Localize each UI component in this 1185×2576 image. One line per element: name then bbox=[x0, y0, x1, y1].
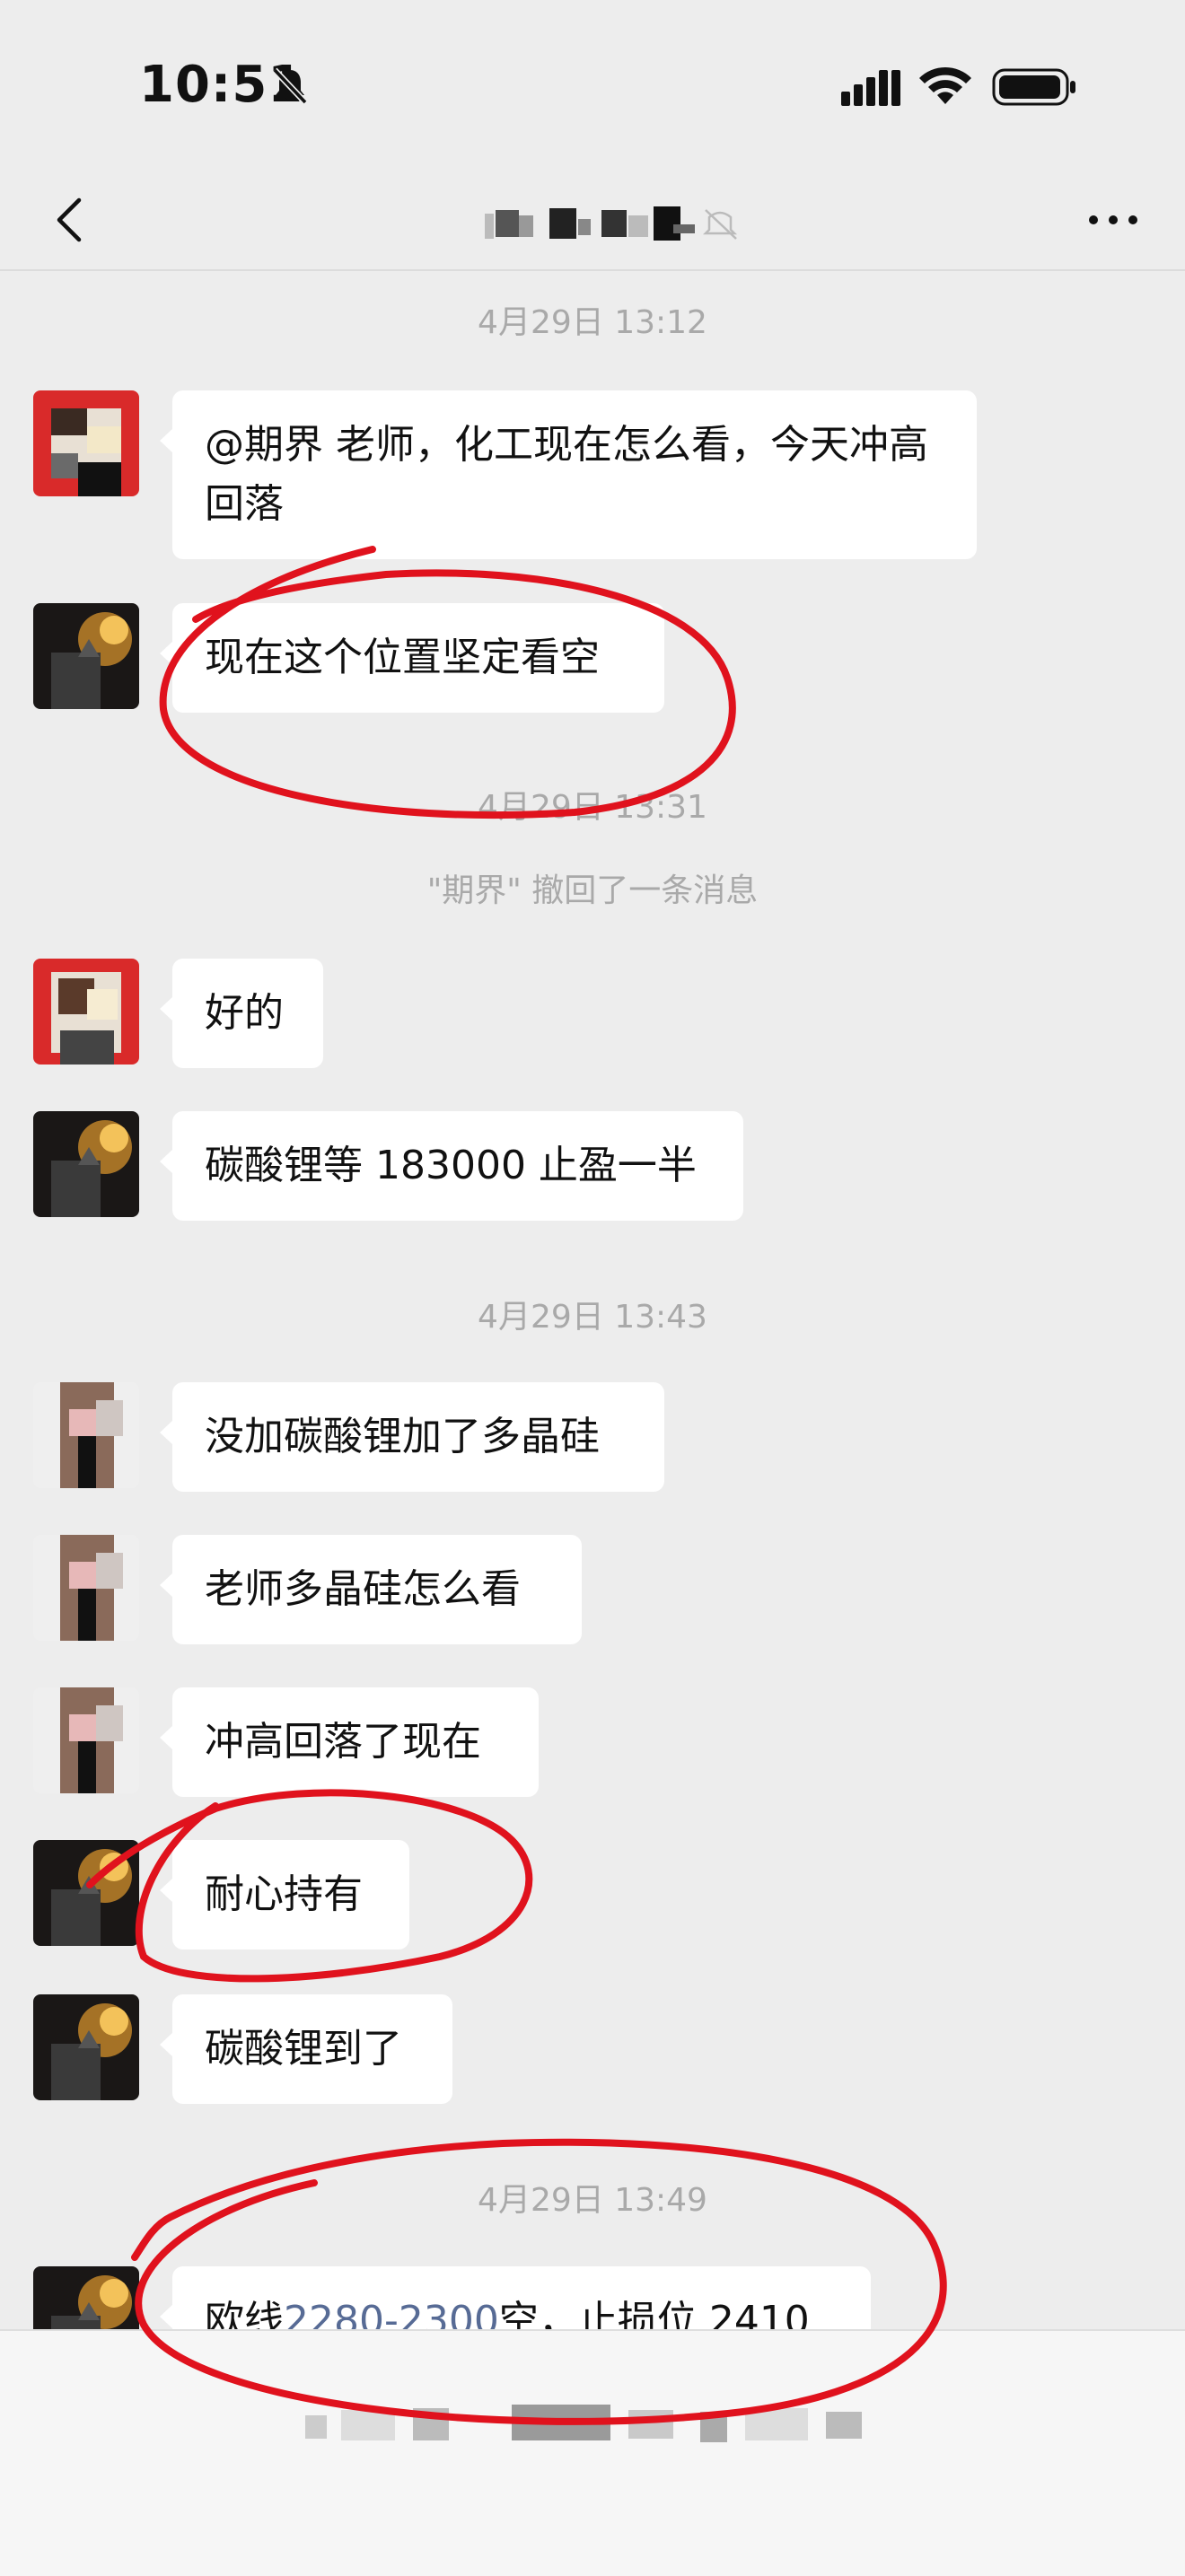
message-text: 碳酸锂到了 bbox=[205, 2026, 402, 2072]
message-bubble[interactable]: 碳酸锂等 183000 止盈一半 bbox=[160, 1111, 743, 1221]
wifi-icon bbox=[919, 66, 971, 104]
message-text: 现在这个位置坚定看空 bbox=[205, 635, 600, 680]
status-bar: 10:51 bbox=[0, 0, 1185, 171]
message-bubble[interactable]: 碳酸锂到了 bbox=[160, 1994, 452, 2104]
bell-slash-icon bbox=[272, 67, 308, 105]
battery-icon bbox=[992, 68, 1075, 106]
avatar[interactable] bbox=[33, 1687, 139, 1793]
message-text: 老师多晶硅怎么看 bbox=[205, 1566, 521, 1612]
message-bubble[interactable]: 现在这个位置坚定看空 bbox=[160, 603, 664, 713]
avatar[interactable] bbox=[33, 1111, 139, 1217]
mute-icon bbox=[702, 209, 738, 240]
message-bubble[interactable]: @期界 老师，化工现在怎么看，今天冲高回落 bbox=[160, 390, 977, 559]
message-bubble[interactable]: 冲高回落了现在 bbox=[160, 1687, 539, 1797]
input-bar[interactable] bbox=[0, 2329, 1185, 2576]
timestamp: 4月29日 13:43 bbox=[478, 1299, 707, 1336]
timestamp: 4月29日 13:49 bbox=[478, 2182, 707, 2219]
timestamp: 4月29日 13:12 bbox=[478, 304, 707, 341]
avatar[interactable] bbox=[33, 1535, 139, 1641]
avatar[interactable] bbox=[33, 1840, 139, 1946]
avatar[interactable] bbox=[33, 603, 139, 709]
message-text: 耐心持有 bbox=[205, 1871, 363, 1917]
message-text: @期界 老师，化工现在怎么看，今天冲高回落 bbox=[205, 422, 928, 527]
recall-notice: "期界" 撤回了一条消息 bbox=[426, 872, 759, 909]
message-text: 没加碳酸锂加了多晶硅 bbox=[205, 1414, 600, 1459]
message-text: 碳酸锂等 183000 止盈一半 bbox=[205, 1143, 697, 1188]
cellular-signal-icon bbox=[841, 70, 900, 106]
message-bubble[interactable]: 没加碳酸锂加了多晶硅 bbox=[160, 1382, 664, 1492]
back-chevron-icon[interactable] bbox=[36, 184, 108, 256]
message-bubble[interactable]: 老师多晶硅怎么看 bbox=[160, 1535, 582, 1644]
timestamp: 4月29日 13:31 bbox=[478, 789, 707, 826]
chat-nav-bar bbox=[0, 171, 1185, 271]
avatar[interactable] bbox=[33, 390, 139, 496]
avatar[interactable] bbox=[33, 959, 139, 1065]
avatar[interactable] bbox=[33, 1382, 139, 1488]
avatar[interactable] bbox=[33, 1994, 139, 2100]
message-bubble[interactable]: 耐心持有 bbox=[160, 1840, 409, 1950]
input-obscured bbox=[305, 2405, 862, 2442]
message-bubble[interactable]: 好的 bbox=[160, 959, 323, 1068]
chat-title-obscured bbox=[485, 206, 738, 241]
message-text: 冲高回落了现在 bbox=[205, 1719, 481, 1765]
more-dots-icon[interactable] bbox=[1077, 188, 1149, 251]
message-text: 好的 bbox=[205, 990, 284, 1036]
